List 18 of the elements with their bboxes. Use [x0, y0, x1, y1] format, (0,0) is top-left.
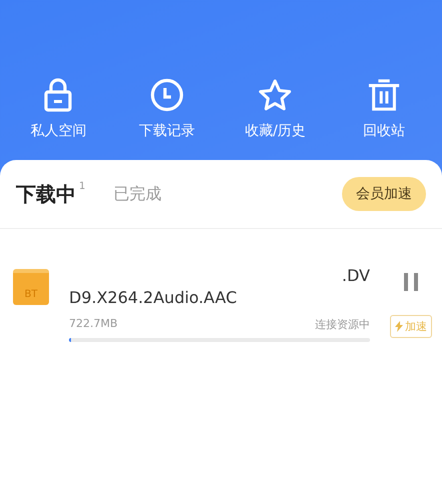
download-status: 连接资源中 — [315, 317, 370, 332]
shortcut-label[interactable]: 收藏/历史 — [244, 122, 306, 140]
shortcut-label[interactable]: 回收站 — [362, 122, 405, 140]
vip-speedup-button[interactable]: 会员加速 — [342, 177, 426, 211]
shortcut-label[interactable]: 私人空间 — [30, 122, 86, 140]
count-label: 1 — [79, 180, 86, 192]
tab[interactable]: 已完成 — [113, 184, 162, 204]
clock-icon[interactable] — [150, 78, 184, 112]
lightning-icon — [395, 321, 403, 332]
pause-icon[interactable] — [403, 273, 419, 291]
star-icon[interactable] — [257, 78, 294, 112]
speedup-button[interactable]: 加速 — [390, 315, 432, 338]
file-size: 722.7MB — [69, 317, 118, 332]
shortcut-label[interactable]: 下载记录 — [138, 122, 195, 140]
lock-icon[interactable] — [42, 78, 74, 112]
tab[interactable]: 下载中 — [16, 180, 76, 208]
file-name: D9.X264.2Audio.AAC — [69, 288, 237, 307]
file-name: .DV — [342, 266, 370, 285]
